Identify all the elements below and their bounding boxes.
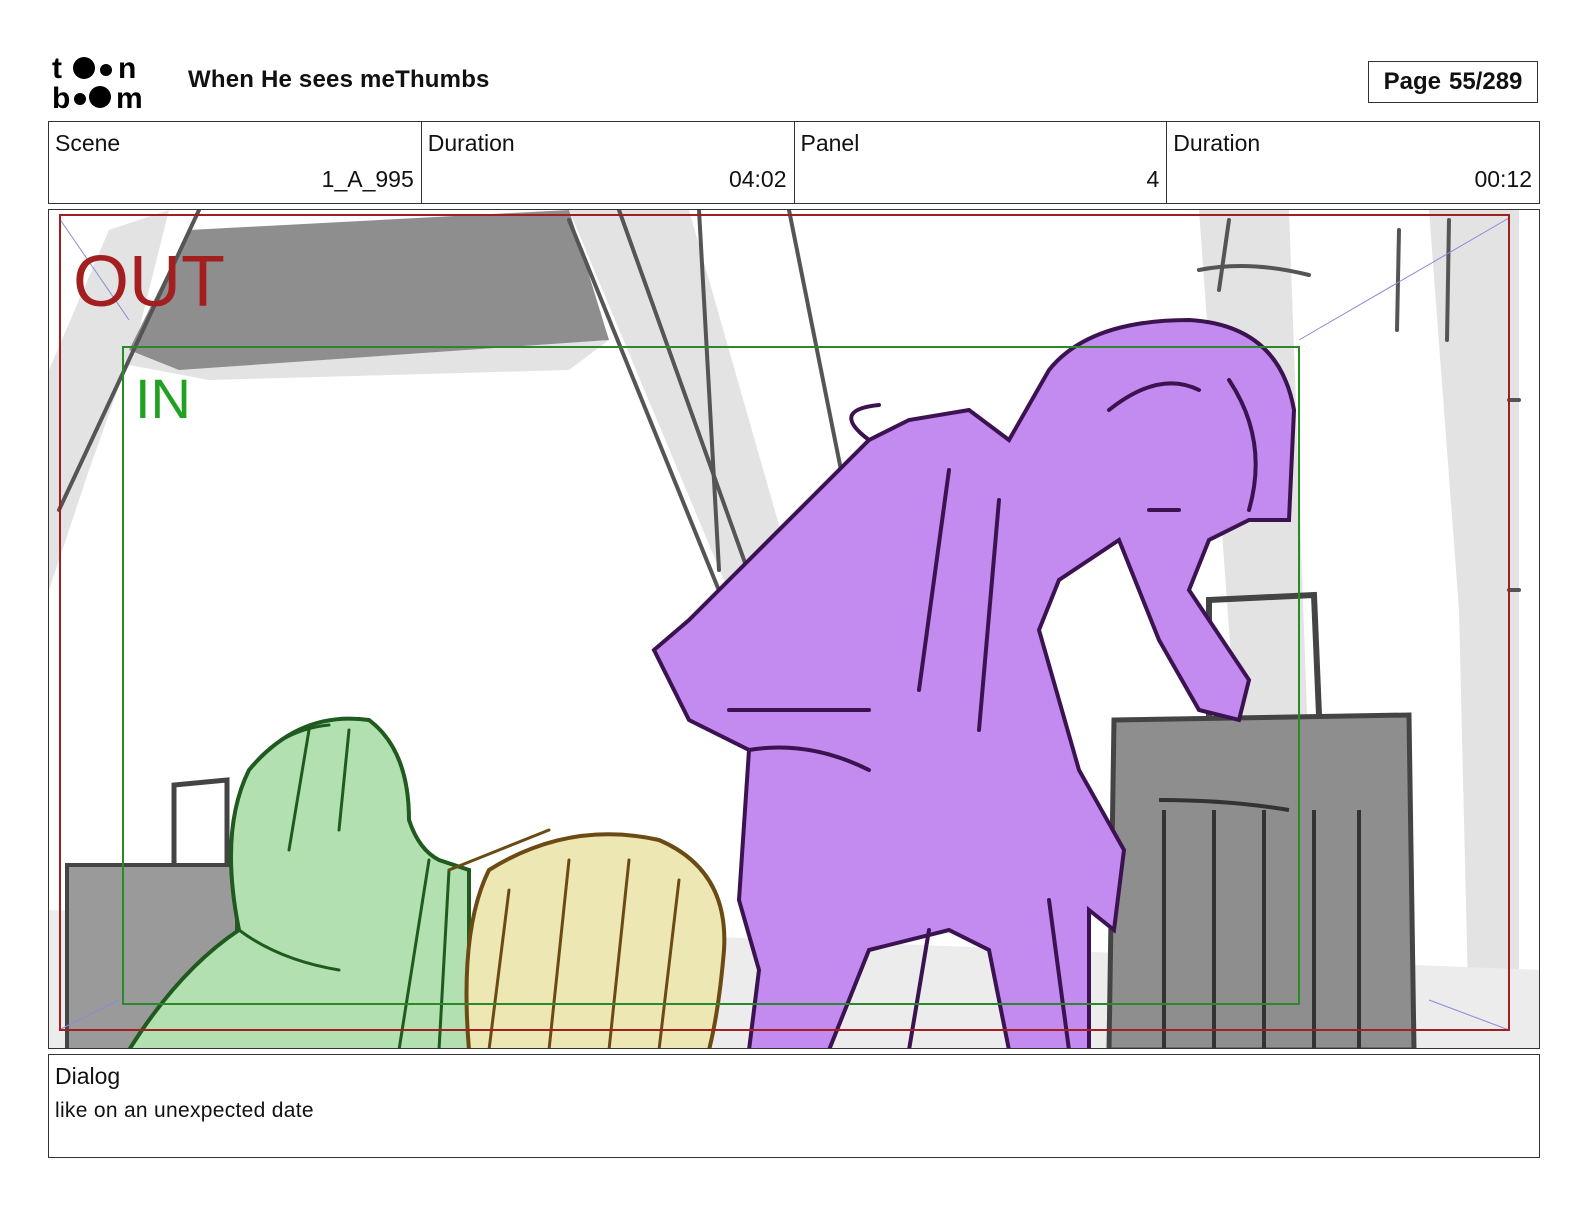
svg-text:b: b <box>52 82 70 112</box>
svg-text:m: m <box>116 82 143 112</box>
scene-duration-label: Duration <box>427 130 515 156</box>
scene-duration-value: 04:02 <box>728 166 787 192</box>
dialog-text: like on an unexpected date <box>55 1099 314 1122</box>
panel-sketch: OUT IN <box>49 210 1539 1048</box>
panel-label: Panel <box>800 130 860 156</box>
svg-text:t: t <box>52 52 62 85</box>
panel-duration-label: Duration <box>1173 130 1261 156</box>
dialog-box: Dialog like on an unexpected date <box>48 1054 1540 1158</box>
out-label: OUT <box>73 242 225 322</box>
panel-value: 4 <box>1146 166 1160 192</box>
character-yellow <box>447 828 727 1048</box>
scene-value: 1_A_995 <box>321 166 414 192</box>
panel-cell: Panel 4 <box>795 122 1168 203</box>
toonboom-logo: t n b m <box>52 52 143 112</box>
dialog-label: Dialog <box>55 1063 121 1089</box>
svg-text:n: n <box>118 52 136 85</box>
scene-duration-cell: Duration 04:02 <box>422 122 795 203</box>
page-indicator: Page 55/289 <box>1368 61 1538 103</box>
page-value: 55/289 <box>1448 68 1523 95</box>
panel-duration-value: 00:12 <box>1474 166 1532 192</box>
scene-info-table: Scene 1_A_995 Duration 04:02 Panel 4 Dur… <box>48 121 1540 204</box>
page-label: Page <box>1383 68 1441 95</box>
document-title: When He sees meThumbs <box>188 66 490 93</box>
storyboard-panel: OUT IN <box>48 209 1540 1049</box>
scene-label: Scene <box>55 130 121 156</box>
in-label: IN <box>135 367 191 430</box>
scene-cell: Scene 1_A_995 <box>49 122 422 203</box>
panel-duration-cell: Duration 00:12 <box>1167 122 1539 203</box>
